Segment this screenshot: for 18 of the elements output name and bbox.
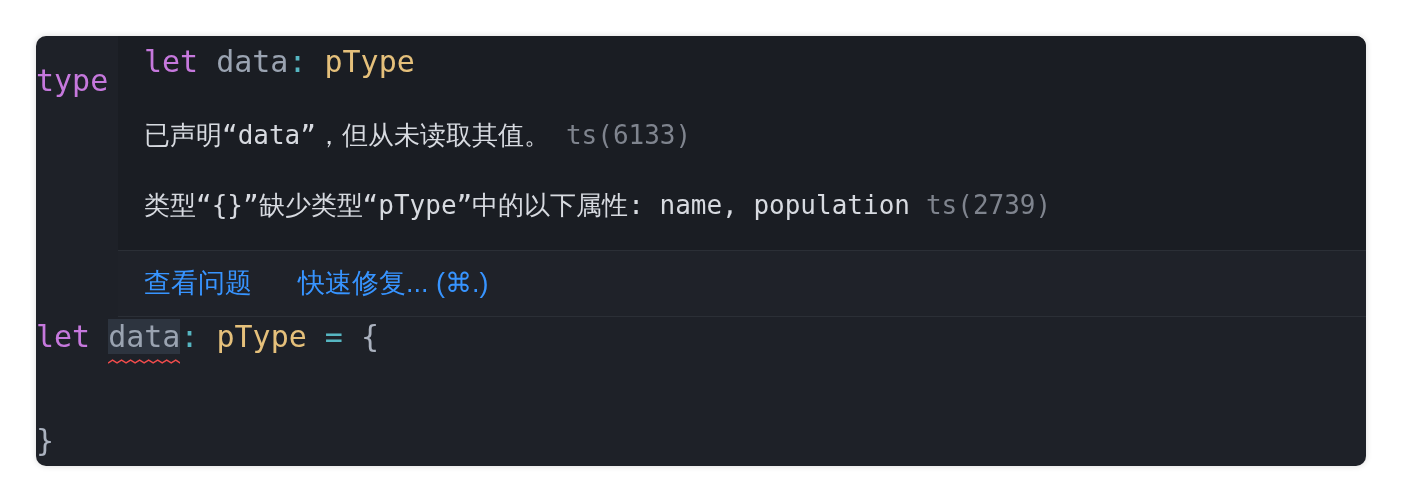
brace: } [36, 421, 55, 460]
type-name: pType [324, 42, 415, 81]
brace: { [360, 317, 379, 356]
type-name: pType [216, 317, 307, 356]
diagnostic-message: 类型“{}”缺少类型“pType”中的以下属性: name, population [144, 188, 910, 222]
variable-name: data [108, 318, 181, 354]
keyword: let [144, 42, 199, 81]
keyword: type [36, 61, 109, 100]
keyword: let [36, 317, 91, 356]
diagnostic-message: 已声明“data”，但从未读取其值。 [144, 118, 550, 152]
action-link[interactable]: 查看问题 [144, 263, 252, 304]
equals-sign: = [324, 317, 343, 356]
action-link[interactable]: 快速修复... (⌘.) [298, 263, 489, 304]
colon: : [288, 42, 307, 81]
variable-name: data [216, 42, 289, 81]
error-code: ts(2739) [925, 188, 1052, 222]
colon: : [180, 317, 199, 356]
error-code: ts(6133) [565, 118, 692, 152]
